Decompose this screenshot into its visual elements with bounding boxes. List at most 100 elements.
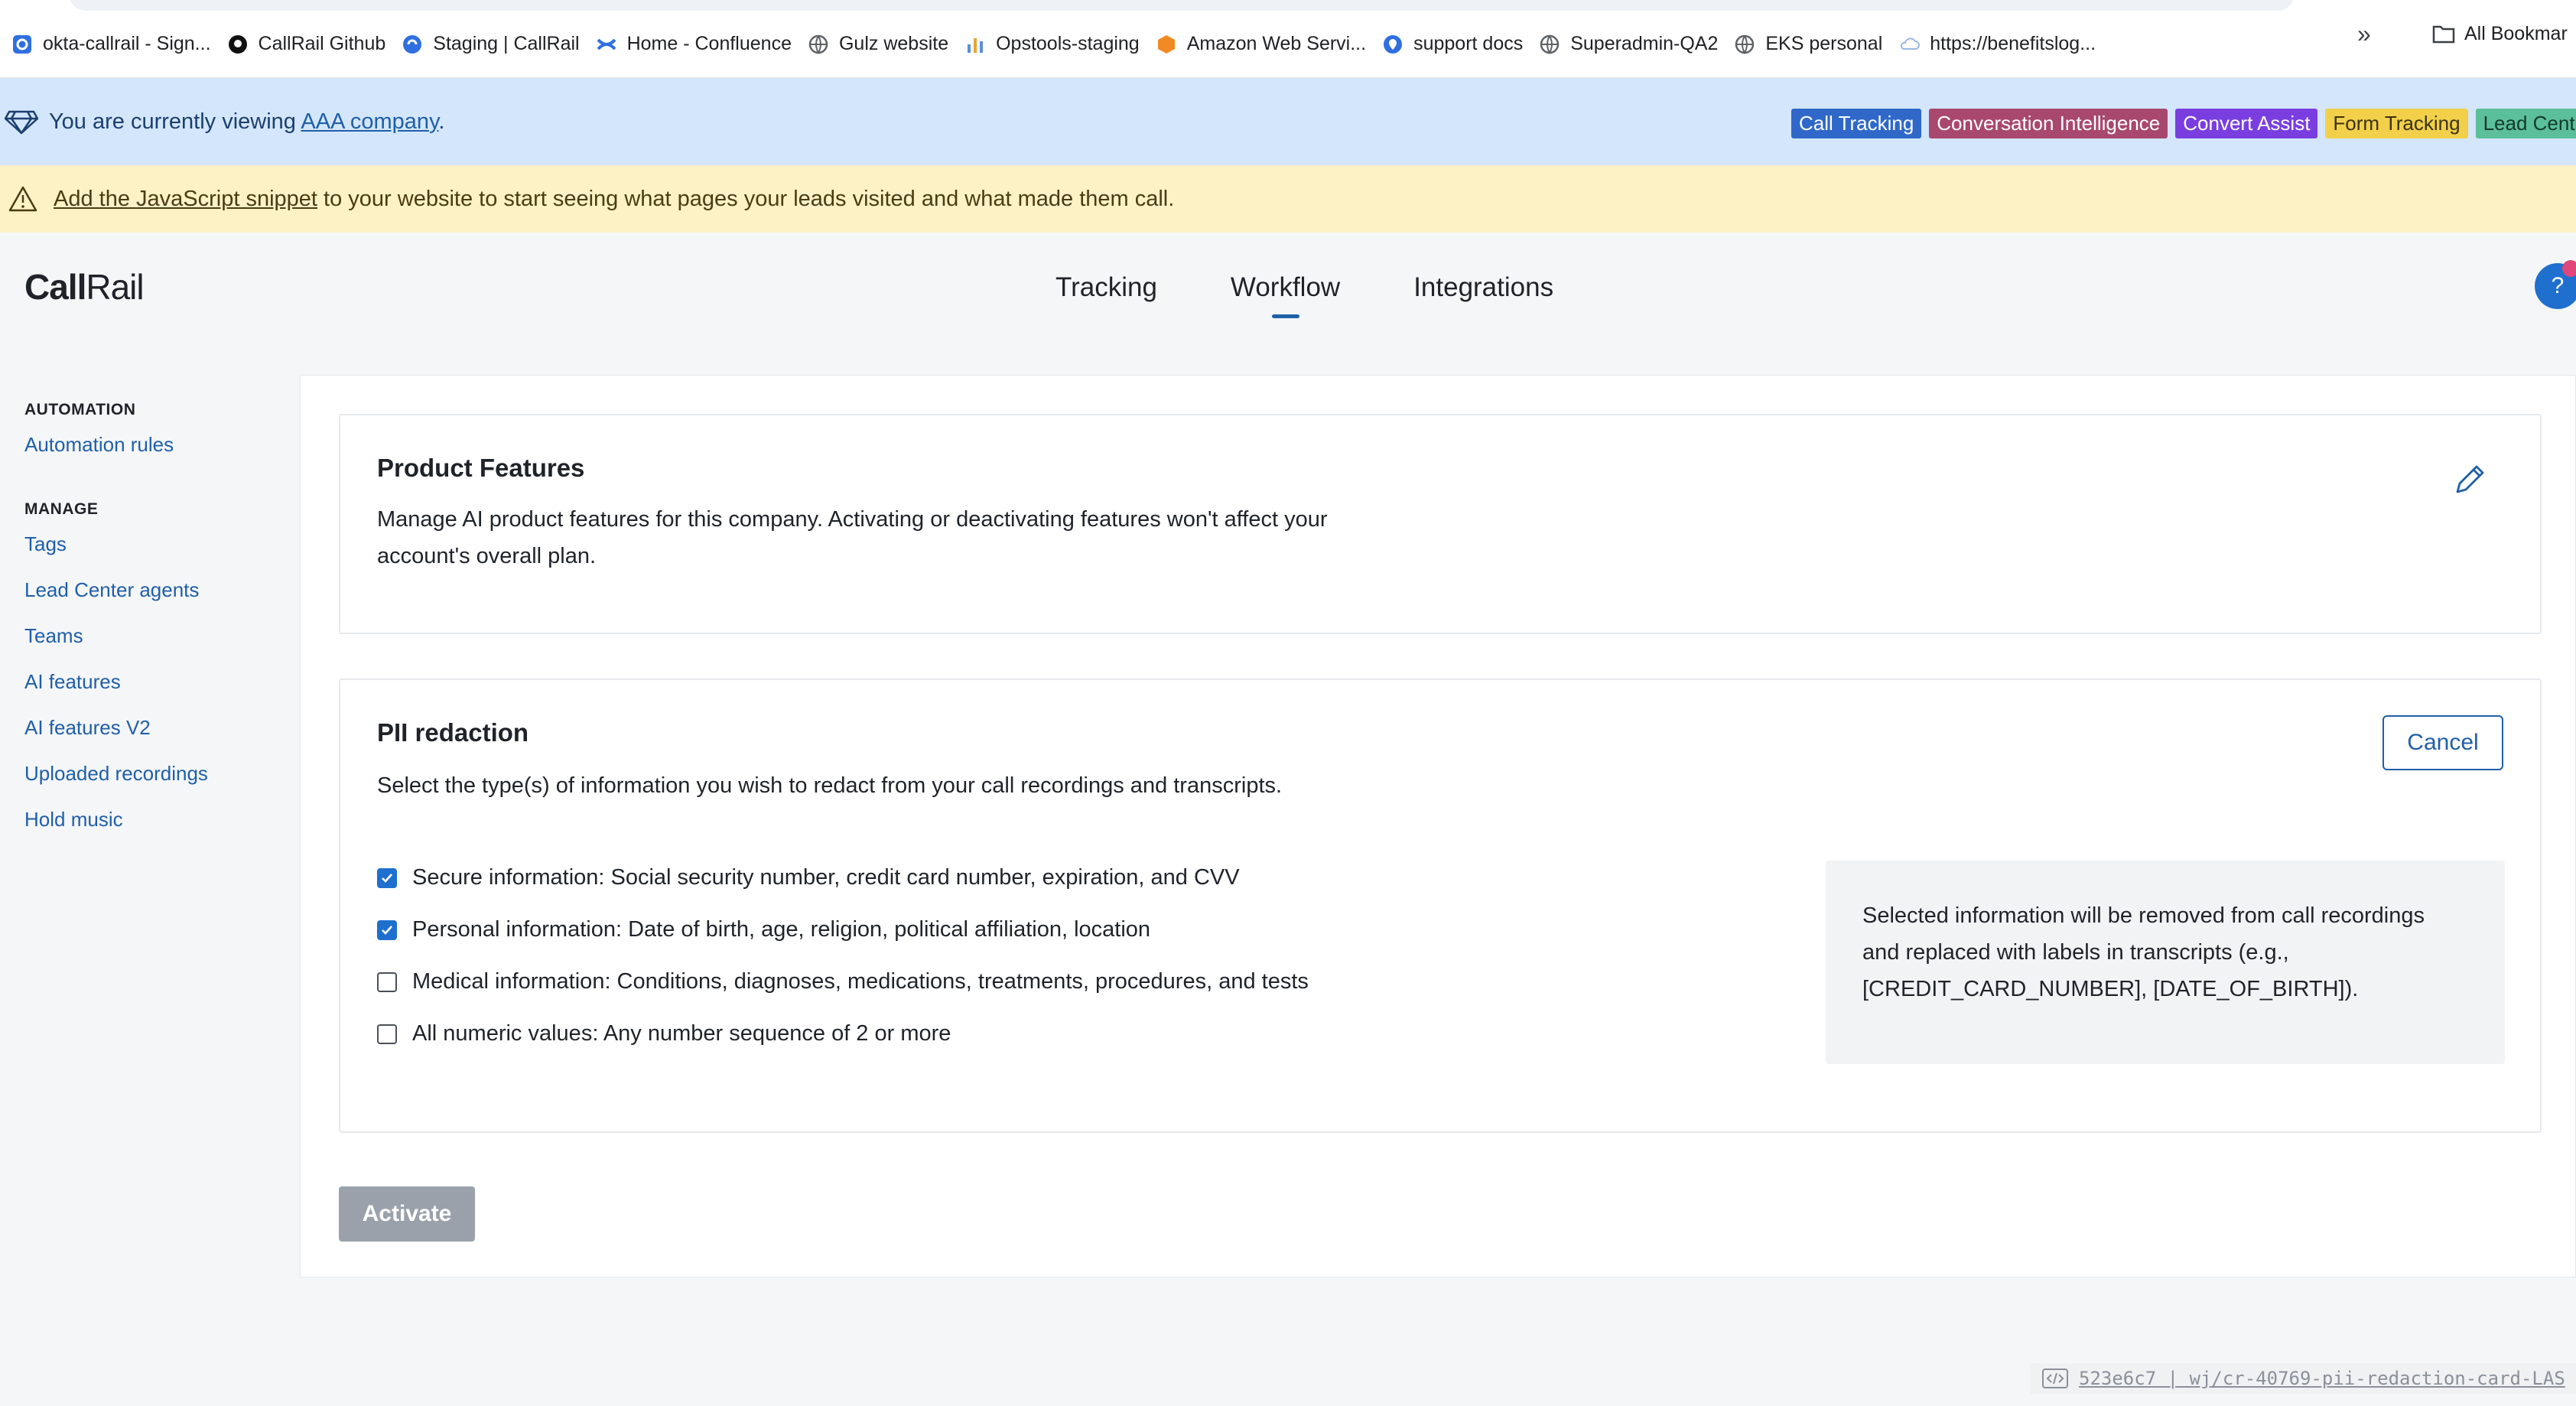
bookmark-label: CallRail Github <box>258 33 386 54</box>
okta-icon <box>11 33 34 56</box>
pii-info-box: Selected information will be removed fro… <box>1826 861 2505 1064</box>
globe-icon <box>1733 33 1756 56</box>
pii-redaction-title: PII redaction <box>377 718 529 747</box>
viewing-company-text: You are currently viewing AAA company. <box>49 109 444 135</box>
sidebar-item-automation-rules[interactable]: Automation rules <box>24 433 285 479</box>
product-badges: Call Tracking Conversation Intelligence Co… <box>1791 109 2576 138</box>
sidebar-item-lead-center-agents[interactable]: Lead Center agents <box>24 578 285 624</box>
aws-cube-icon <box>1155 33 1178 56</box>
checkbox-unchecked[interactable] <box>377 972 397 992</box>
bookmark-item[interactable]: Amazon Web Servi... <box>1147 21 1374 67</box>
build-tag: 523e6c7 | wj/cr-40769-pii-redaction-card… <box>2030 1363 2576 1394</box>
product-badge: Form Tracking <box>2325 109 2468 138</box>
bookmarks-overflow-button[interactable]: » <box>2357 11 2371 57</box>
main-content: Product Features Manage AI product featu… <box>300 375 2576 1277</box>
app-header: CallRail Tracking Workflow Integrations ? <box>0 233 2576 370</box>
product-badge: Convert Assist <box>2175 109 2318 138</box>
bookmark-label: Staging | CallRail <box>433 33 580 54</box>
viewing-suffix: . <box>438 109 445 134</box>
bookmark-item[interactable]: Superadmin-QA2 <box>1530 21 1725 67</box>
pii-option[interactable]: Personal information: Date of birth, age… <box>377 917 1150 942</box>
nav-tracking[interactable]: Tracking <box>1055 272 1157 318</box>
company-link[interactable]: AAA company <box>301 109 438 134</box>
sidebar-item-hold-music[interactable]: Hold music <box>24 808 285 854</box>
activate-button[interactable]: Activate <box>339 1186 475 1242</box>
nav-integrations[interactable]: Integrations <box>1413 272 1553 318</box>
bookmark-label: Amazon Web Servi... <box>1186 33 1367 54</box>
checkbox-checked[interactable] <box>377 919 397 940</box>
bookmark-label: https://benefitslog... <box>1930 33 2096 54</box>
all-bookmarks-button[interactable]: All Bookmar <box>2432 11 2568 57</box>
viewing-prefix: You are currently viewing <box>49 109 301 134</box>
pii-info-line3: [CREDIT_CARD_NUMBER], [DATE_OF_BIRTH]). <box>1862 977 2359 1001</box>
pii-info-line1: Selected information will be removed fro… <box>1862 903 2425 928</box>
sidebar-group: MANAGE Tags Lead Center agents Teams AI feat… <box>24 500 285 854</box>
sidebar-item-uploaded-recordings[interactable]: Uploaded recordings <box>24 762 285 808</box>
bookmark-item[interactable]: EKS personal <box>1725 21 1890 67</box>
warning-triangle-icon <box>8 185 38 213</box>
pii-option-label: Personal information: Date of birth, age… <box>412 917 1151 942</box>
product-badge: Conversation Intelligence <box>1929 109 2168 138</box>
sidebar-heading: AUTOMATION <box>24 401 136 418</box>
browser-top-strip <box>0 0 2576 11</box>
notification-dot <box>2562 260 2576 277</box>
callrail-logo[interactable]: CallRail <box>24 266 145 308</box>
bookmark-item[interactable]: Gulz website <box>799 21 956 67</box>
pii-option-label: All numeric values: Any number sequence … <box>412 1021 951 1046</box>
pii-redaction-description: Select the type(s) of information you wi… <box>377 773 1283 798</box>
sidebar-item-tags[interactable]: Tags <box>24 532 285 578</box>
build-tag-link[interactable]: 523e6c7 | wj/cr-40769-pii-redaction-card… <box>2079 1368 2565 1389</box>
sidebar-item-ai-features-v2[interactable]: AI features V2 <box>24 716 285 762</box>
bookmark-label: Superadmin-QA2 <box>1570 33 1719 54</box>
pii-option[interactable]: All numeric values: Any number sequence … <box>377 1021 951 1046</box>
pii-option-label: Secure information: Social security numb… <box>412 865 1240 890</box>
github-icon <box>226 33 249 56</box>
pii-redaction-card: PII redaction Select the type(s) of info… <box>339 679 2542 1133</box>
pencil-icon[interactable] <box>2450 461 2488 500</box>
all-bookmarks-label: All Bookmar <box>2464 22 2568 44</box>
location-pin-icon <box>1381 33 1404 56</box>
globe-icon <box>807 33 830 56</box>
viewing-company-banner: You are currently viewing AAA company. C… <box>0 78 2576 165</box>
pii-info-line2: and replaced with labels in transcripts … <box>1862 940 2289 965</box>
cancel-button[interactable]: Cancel <box>2382 715 2503 770</box>
pii-option-label: Medical information: Conditions, diagnos… <box>412 969 1309 994</box>
bookmark-label: okta-callrail - Sign... <box>43 33 211 54</box>
bookmark-label: support docs <box>1413 33 1524 54</box>
bookmark-label: Gulz website <box>838 33 949 54</box>
sidebar-item-ai-features[interactable]: AI features <box>24 670 285 716</box>
callrail-icon <box>401 33 424 56</box>
javascript-snippet-link[interactable]: Add the JavaScript snippet <box>54 187 317 211</box>
bookmark-item[interactable]: https://benefitslog... <box>1890 21 2103 67</box>
logo-bold: Call <box>24 267 86 307</box>
nav-workflow[interactable]: Workflow <box>1231 272 1340 318</box>
sidebar-item-teams[interactable]: Teams <box>24 624 285 670</box>
product-features-title: Product Features <box>377 454 585 482</box>
pii-option[interactable]: Secure information: Social security numb… <box>377 865 1240 890</box>
workflow-sidebar: AUTOMATION Automation rules MANAGE Tags Lead… <box>24 401 285 875</box>
checkmark-icon <box>382 873 392 883</box>
globe-icon <box>1538 33 1561 56</box>
product-features-card: Product Features Manage AI product featu… <box>339 414 2542 634</box>
bookmark-item[interactable]: okta-callrail - Sign... <box>3 21 219 67</box>
product-badge: Lead Cent <box>2475 109 2576 138</box>
pii-option[interactable]: Medical information: Conditions, diagnos… <box>377 969 1309 994</box>
bookmark-item[interactable]: support docs <box>1374 21 1530 67</box>
bookmark-label: Opstools-staging <box>996 33 1140 54</box>
diamond-icon <box>5 109 38 135</box>
bookmark-item[interactable]: Opstools-staging <box>956 21 1147 67</box>
product-features-description-line1: Manage AI product features for this comp… <box>377 507 1328 532</box>
bookmarks-bar: okta-callrail - Sign... CallRail Github St… <box>0 11 2576 78</box>
address-bar[interactable] <box>69 0 2295 11</box>
checkbox-unchecked[interactable] <box>377 1024 397 1044</box>
checkbox-checked[interactable] <box>377 867 397 888</box>
main-nav: Tracking Workflow Integrations <box>1055 272 1553 318</box>
bar-chart-icon <box>964 33 987 56</box>
confluence-icon <box>595 33 618 56</box>
bookmark-item[interactable]: CallRail Github <box>219 21 394 67</box>
logo-rest: Rail <box>86 267 144 307</box>
bookmark-item[interactable]: Home - Confluence <box>587 21 799 67</box>
product-features-description-line2: account's overall plan. <box>377 544 597 568</box>
cloud-icon <box>1898 33 1921 56</box>
bookmark-item[interactable]: Staging | CallRail <box>393 21 587 67</box>
